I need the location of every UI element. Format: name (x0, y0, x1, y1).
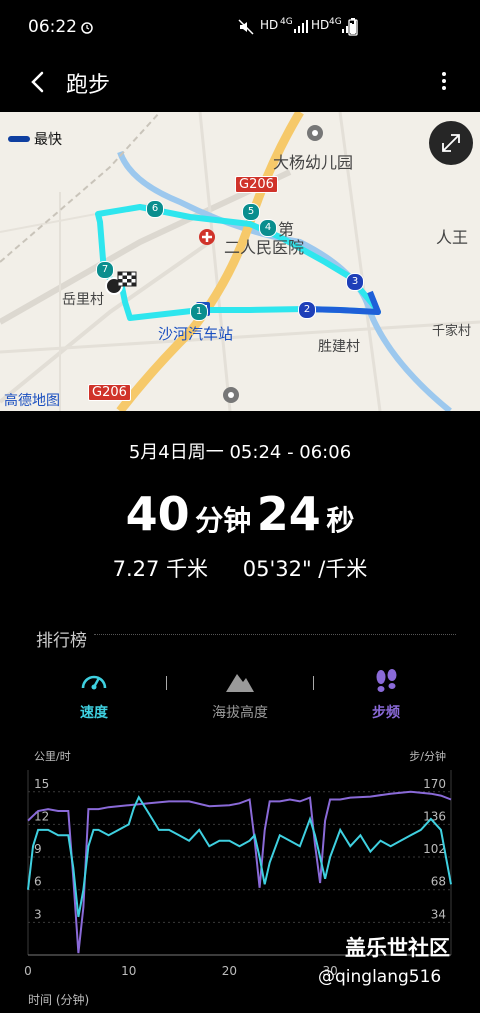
poi-village-renwang: 人王 (436, 228, 469, 247)
battery-icon (348, 18, 358, 36)
right-axis-title: 步/分钟 (409, 749, 446, 763)
left-axis-ticks: 3691215 (34, 777, 49, 922)
checkpoint-1[interactable]: 1 (190, 303, 208, 321)
checkpoint-2[interactable]: 2 (298, 301, 316, 319)
mountain-icon (226, 674, 254, 692)
speedometer-icon (81, 675, 107, 690)
network-type-label-2: 4G (329, 17, 342, 27)
tab-altitude[interactable]: 海拔高度 (175, 668, 305, 722)
watermark-title: 盖乐世社区 (345, 936, 450, 960)
chevron-left-icon (31, 71, 44, 93)
footprints-icon (376, 669, 397, 692)
map-legend: 最快 (8, 128, 62, 149)
right-tick-label: 68 (431, 875, 446, 889)
chart-grid (27, 770, 452, 955)
workout-datetime: 5月4日周一 05:24 - 06:06 (128, 442, 352, 463)
checkpoint-4[interactable]: 4 (259, 219, 277, 237)
workout-stats: 7.27 千米 05'32" /千米 (0, 553, 480, 583)
left-tick-label: 9 (34, 842, 42, 856)
poi-marker-icon (307, 125, 323, 141)
x-tick-label: 20 (222, 964, 237, 978)
pace-value: 05'32" /千米 (242, 557, 368, 581)
duration-minutes: 40 (125, 487, 190, 541)
section-divider (94, 634, 456, 635)
watermark-handle: @qinglang516 (318, 967, 442, 987)
poi-bus-station: 沙河汽车站 (158, 325, 234, 343)
tab-cadence-label: 步频 (372, 705, 400, 721)
alarm-icon (81, 22, 93, 34)
right-tick-label: 170 (423, 777, 446, 791)
left-axis-title: 公里/时 (34, 750, 71, 763)
workout-duration: 40 分钟 24 秒 (0, 487, 480, 541)
series-cadence-line (27, 790, 452, 954)
checkpoint-5[interactable]: 5 (242, 203, 260, 221)
x-tick-label: 0 (24, 964, 32, 978)
route-map[interactable]: 大杨幼儿园 人王 第 二人民医院 岳里村 沙河汽车站 胜建村 千家村 高德地图 … (0, 112, 480, 411)
map-provider-logo: 高德地图 (4, 393, 60, 409)
expand-icon (442, 134, 460, 152)
hd-label-2: HD (311, 18, 330, 32)
distance-value: 7.27 千米 (112, 557, 209, 581)
status-time: 06:22 (28, 17, 77, 37)
poi-village-qianjia: 千家村 (432, 324, 472, 339)
hospital-icon (199, 229, 215, 245)
right-tick-label: 34 (431, 907, 446, 921)
poi-marker-icon-2 (223, 387, 239, 403)
poi-hospital-line2: 二人民医院 (224, 238, 305, 257)
mute-icon (238, 19, 254, 35)
poi-village-yueli: 岳里村 (62, 292, 104, 308)
network-type-label: 4G (280, 17, 293, 27)
x-axis-title: 时间 (分钟) (28, 993, 90, 1007)
hd-label: HD (260, 18, 279, 32)
signal-icon (294, 20, 308, 33)
x-axis-ticks: 0 10 20 30 (24, 964, 338, 978)
expand-map-button[interactable] (429, 121, 473, 165)
tab-speed-label: 速度 (80, 705, 108, 721)
checkpoint-3[interactable]: 3 (346, 273, 364, 291)
tab-separator-2 (313, 676, 314, 690)
right-axis-ticks: 3468102136170 (423, 777, 446, 922)
duration-seconds: 24 (256, 487, 321, 541)
finish-flag-icon (105, 271, 137, 295)
right-tick-label: 136 (423, 809, 446, 823)
x-tick-label: 10 (121, 964, 136, 978)
poi-kindergarten: 大杨幼儿园 (273, 153, 354, 172)
map-canvas (0, 112, 480, 411)
duration-seconds-unit: 秒 (326, 504, 355, 537)
status-bar: 06:22 HD 4G HD 4G (0, 0, 480, 58)
more-options-button[interactable] (432, 66, 456, 100)
tab-separator (166, 676, 167, 690)
checkpoint-6[interactable]: 6 (146, 200, 164, 218)
tab-altitude-label: 海拔高度 (212, 705, 268, 721)
legend-swatch (8, 135, 30, 142)
legend-label: 最快 (34, 131, 62, 148)
road-badge-bottom: G206 (88, 384, 131, 401)
leaderboard-header[interactable]: 排行榜 (36, 626, 87, 651)
more-vertical-icon (442, 72, 446, 90)
tab-cadence[interactable]: 步频 (321, 668, 451, 722)
road-badge-top: G206 (235, 176, 278, 193)
duration-minutes-unit: 分钟 (195, 504, 252, 537)
left-tick-label: 6 (34, 875, 42, 889)
poi-village-shengjian: 胜建村 (318, 339, 360, 355)
page-title: 跑步 (66, 73, 111, 98)
tab-speed[interactable]: 速度 (29, 668, 159, 722)
left-tick-label: 3 (34, 907, 42, 921)
left-tick-label: 15 (34, 777, 49, 791)
back-button[interactable] (22, 66, 56, 100)
